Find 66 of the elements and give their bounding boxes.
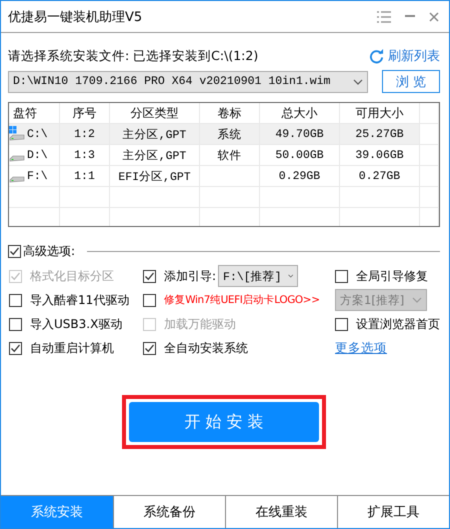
- column-header: [420, 103, 439, 124]
- checkbox[interactable]: [9, 294, 22, 306]
- table-cell[interactable]: C:\: [9, 124, 60, 145]
- more-options-link[interactable]: 更多选项: [335, 340, 387, 356]
- option-label: 全自动安装系统: [164, 340, 248, 356]
- browse-button[interactable]: 浏 览: [382, 70, 440, 93]
- refresh-list-link[interactable]: 刷新列表: [369, 47, 440, 65]
- caret-icon: [288, 273, 294, 279]
- table-cell[interactable]: 50.00GB: [260, 145, 340, 166]
- boot-drive-dropdown[interactable]: F:\[推荐]: [218, 265, 298, 287]
- option-label: 加载万能驱动: [164, 316, 236, 332]
- column-header: 卷标: [200, 103, 260, 124]
- checkbox[interactable]: [335, 270, 348, 282]
- checkbox[interactable]: [143, 294, 156, 306]
- option-label: 自动重启计算机: [30, 340, 114, 356]
- drive-icon: [9, 176, 25, 182]
- option-label: 格式化目标分区: [30, 268, 114, 284]
- column-header: 分区类型: [110, 103, 200, 124]
- install-file-dropdown[interactable]: D:\WIN10 1709.2166 PRO X64 v20210901 10in1.wim: [8, 70, 368, 92]
- refresh-icon: [369, 48, 384, 64]
- checkbox[interactable]: [143, 342, 156, 354]
- option-label: 导入USB3.X驱动: [30, 316, 122, 332]
- table-cell[interactable]: 39.06GB: [340, 145, 420, 166]
- column-header: 序号: [60, 103, 110, 124]
- table-cell[interactable]: F:\: [9, 166, 60, 187]
- checkbox[interactable]: [9, 318, 22, 330]
- caret-icon: [412, 297, 422, 303]
- option-label: 设置浏览器首页: [356, 316, 440, 332]
- caret-icon: [353, 78, 363, 84]
- table-cell[interactable]: 1:3: [60, 145, 110, 166]
- window-title: 优捷易一键装机助理V5: [8, 8, 144, 26]
- table-cell: [420, 145, 439, 166]
- table-cell: [9, 187, 60, 208]
- option-label: 全局引导修复: [356, 268, 428, 284]
- table-cell: [420, 166, 439, 187]
- table-cell[interactable]: D:\: [9, 145, 60, 166]
- close-icon[interactable]: [429, 12, 439, 22]
- warning-option-label: 修复Win7纯UEFI启动卡LOGO>>: [164, 293, 320, 307]
- table-cell[interactable]: 0.29GB: [260, 166, 340, 187]
- system-drive-icon: [9, 126, 25, 142]
- checkbox[interactable]: [143, 270, 156, 282]
- drive-icon: [9, 154, 25, 162]
- column-header: 可用大小: [340, 103, 420, 124]
- table-cell[interactable]: 软件: [200, 145, 260, 166]
- column-header: 盘符: [9, 103, 60, 124]
- option-label: 导入酷睿11代驱动: [30, 292, 130, 308]
- table-cell[interactable]: EFI分区,GPT: [110, 166, 200, 187]
- table-cell[interactable]: 49.70GB: [260, 124, 340, 145]
- table-cell[interactable]: 主分区,GPT: [110, 145, 200, 166]
- table-cell[interactable]: 系统: [200, 124, 260, 145]
- table-cell: [420, 187, 439, 208]
- table-cell: [420, 124, 439, 145]
- checkbox[interactable]: [8, 245, 21, 258]
- column-header: 总大小: [260, 103, 340, 124]
- table-cell[interactable]: 1:1: [60, 166, 110, 187]
- option-label: 添加引导:: [164, 268, 216, 284]
- minimize-icon[interactable]: [405, 15, 415, 18]
- install-file-prompt: 请选择系统安装文件: 已选择安装到C:\(1:2): [8, 48, 258, 64]
- checkbox[interactable]: [9, 342, 22, 354]
- checkbox[interactable]: [335, 318, 348, 330]
- advanced-options-label: 高级选项:: [23, 243, 76, 260]
- table-cell[interactable]: 25.27GB: [340, 124, 420, 145]
- menu-icon[interactable]: [377, 10, 391, 22]
- table-cell[interactable]: 1:2: [60, 124, 110, 145]
- table-cell[interactable]: 主分区,GPT: [110, 124, 200, 145]
- table-cell[interactable]: 0.27GB: [340, 166, 420, 187]
